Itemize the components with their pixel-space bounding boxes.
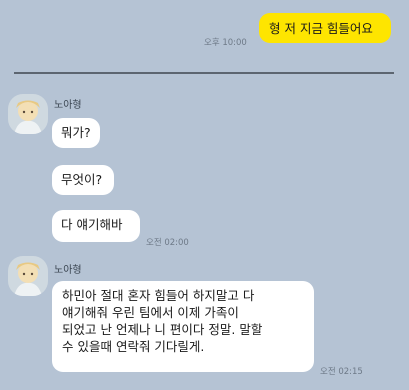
incoming-message-bubble[interactable]: 하민아 절대 혼자 힘들어 하지말고 다 얘기해줘 우린 팀에서 이제 가족이 … (52, 281, 314, 372)
sender-avatar[interactable] (8, 94, 48, 134)
incoming-message-bubble[interactable]: 무엇이? (52, 165, 114, 195)
avatar-image (8, 256, 48, 296)
incoming-time: 오전 02:00 (146, 238, 189, 248)
outgoing-time: 오후 10:00 (204, 38, 247, 48)
sender-avatar[interactable] (8, 256, 48, 296)
message-line: 수 있을때 연락줘 기다릴게. (62, 339, 205, 354)
outgoing-message-bubble[interactable]: 형 저 지금 힘들어요 (259, 13, 391, 43)
message-line: 얘기해줘 우린 팀에서 이제 가족이 (62, 305, 239, 320)
message-line: 되었고 난 언제나 니 편이다 정말. 말할 (62, 322, 263, 337)
sender-name: 노아형 (54, 100, 82, 111)
sender-name: 노아형 (54, 265, 82, 276)
incoming-time: 오전 02:15 (320, 367, 363, 377)
incoming-message-bubble[interactable]: 뭐가? (52, 118, 100, 148)
avatar-image (8, 94, 48, 134)
divider (14, 72, 394, 74)
message-line: 하민아 절대 혼자 힘들어 하지말고 다 (62, 288, 255, 303)
incoming-message-bubble[interactable]: 다 얘기해바 (52, 210, 140, 242)
